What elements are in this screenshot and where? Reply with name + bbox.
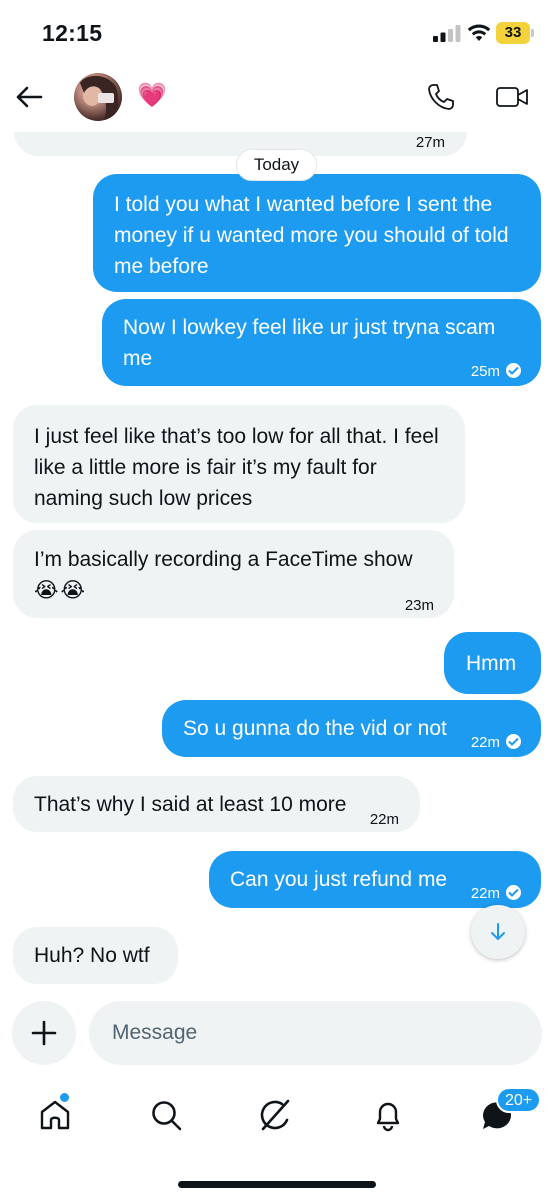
- bell-icon: [376, 1102, 400, 1132]
- message-text: Now I lowkey feel like ur just tryna sca…: [123, 316, 496, 370]
- arrow-left-icon[interactable]: [14, 82, 44, 112]
- cellular-signal-icon: [433, 25, 461, 42]
- message-time: 22m: [470, 734, 500, 751]
- message-outgoing[interactable]: Can you just refund me 22m: [209, 851, 541, 908]
- message-outgoing[interactable]: Hmm: [444, 632, 541, 694]
- message-incoming[interactable]: I’m basically recording a FaceTime show …: [13, 530, 454, 618]
- battery-indicator: 33: [496, 22, 530, 44]
- message-emoji: 😭😭: [34, 579, 88, 602]
- message-incoming[interactable]: That’s why I said at least 10 more 22m: [13, 776, 420, 832]
- message-time: 25m: [470, 363, 500, 380]
- scroll-to-bottom-button[interactable]: [471, 905, 525, 959]
- message-time: 22m: [369, 811, 399, 828]
- bottom-navigation: 20+: [0, 1080, 554, 1199]
- grok-icon: [260, 1099, 290, 1131]
- add-attachment-button[interactable]: [12, 1001, 76, 1065]
- nav-grok[interactable]: [254, 1094, 294, 1134]
- status-bar: 12:15 33: [0, 0, 554, 62]
- message-outgoing[interactable]: Now I lowkey feel like ur just tryna sca…: [102, 299, 541, 386]
- read-receipt-icon: [506, 734, 521, 749]
- video-camera-icon[interactable]: [495, 84, 529, 110]
- date-divider: Today: [236, 149, 317, 181]
- message-text: I told you what I wanted before I sent t…: [114, 193, 509, 278]
- arrow-down-icon: [491, 923, 505, 940]
- message-text: Huh? No wtf: [34, 944, 150, 967]
- avatar[interactable]: [74, 73, 122, 121]
- conversation-header: 💗: [0, 62, 554, 132]
- read-receipt-icon: [506, 885, 521, 900]
- message-text: Hmm: [466, 652, 517, 675]
- home-notification-dot: [58, 1091, 71, 1104]
- avatar-image: [80, 75, 119, 121]
- message-incoming[interactable]: I just feel like that’s too low for all …: [13, 405, 465, 523]
- nav-notifications[interactable]: [367, 1094, 407, 1134]
- home-indicator: [178, 1181, 376, 1188]
- battery-nub: [531, 29, 534, 37]
- message-text: I’m basically recording a FaceTime show: [34, 548, 413, 571]
- phone-icon[interactable]: [426, 82, 456, 112]
- message-input[interactable]: [89, 1001, 542, 1065]
- messages-badge: 20+: [496, 1087, 542, 1113]
- message-time: 23m: [404, 597, 434, 614]
- nav-search[interactable]: [145, 1094, 185, 1134]
- message-text: I just feel like that’s too low for all …: [34, 425, 439, 510]
- message-meta: 25m: [471, 356, 521, 387]
- search-icon: [152, 1101, 182, 1131]
- plus-icon: [31, 1020, 57, 1046]
- heart-emoji: 💗: [137, 82, 167, 109]
- message-outgoing[interactable]: So u gunna do the vid or not 22m: [162, 700, 541, 757]
- status-time: 12:15: [42, 20, 103, 46]
- wifi-icon: [467, 24, 491, 41]
- read-receipt-icon: [506, 363, 521, 378]
- nav-home[interactable]: [34, 1091, 74, 1134]
- message-time: 22m: [470, 885, 500, 902]
- message-meta: 22m: [471, 727, 521, 758]
- message-outgoing[interactable]: I told you what I wanted before I sent t…: [93, 174, 541, 292]
- message-incoming[interactable]: Huh? No wtf: [13, 927, 178, 984]
- message-text: That’s why I said at least 10 more: [34, 793, 347, 816]
